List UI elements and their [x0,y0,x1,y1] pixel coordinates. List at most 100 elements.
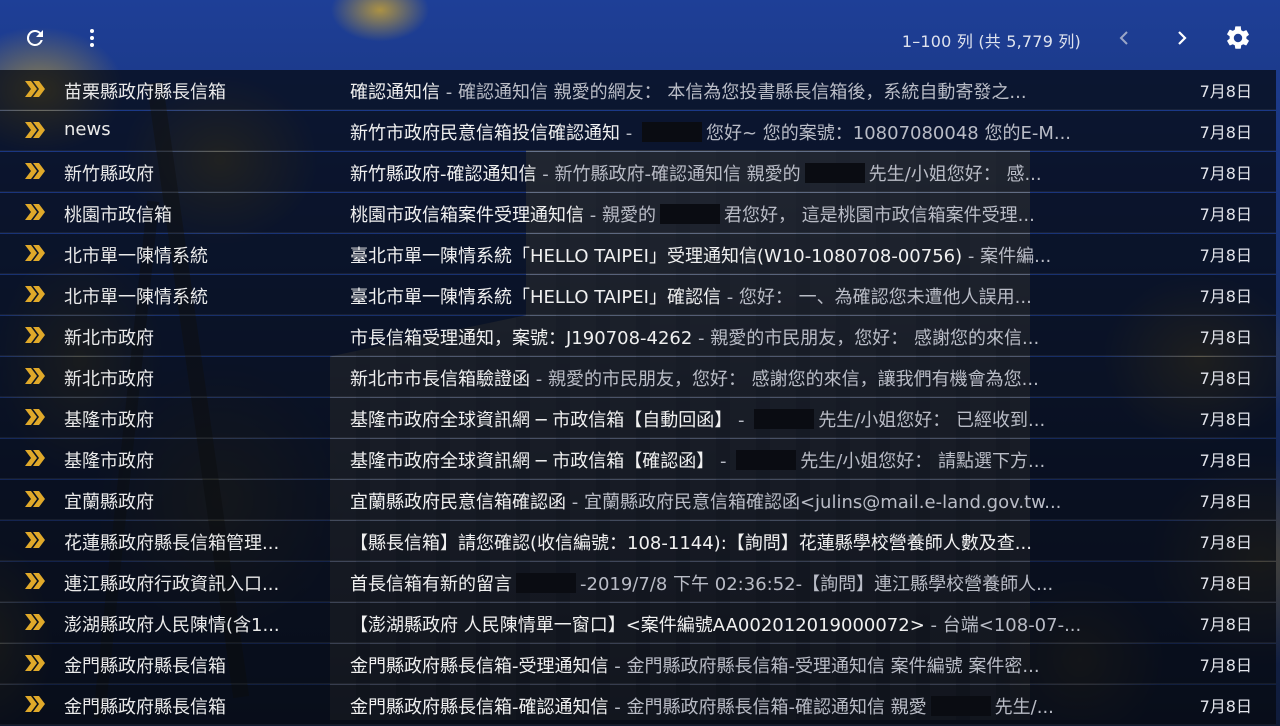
email-sender: 新北市政府 [64,328,154,349]
email-snippet: 宜蘭縣政府民意信箱確認函<julins@mail.e-land.gov.tw..… [583,492,1062,513]
email-date: 7月8日 [1199,205,1252,224]
email-snippet: 案件編... [980,246,1052,267]
email-row[interactable]: 花蓮縣政府縣長信箱管理... 【縣長信箱】請您確認(收信編號：108-1144):… [0,521,1276,561]
gear-icon[interactable] [1222,22,1254,54]
email-snippet: 台端<108-07-... [942,615,1082,636]
email-sender: 新竹縣政府 [64,164,154,185]
email-content: 基隆市政府全球資訊網 ─ 市政信箱【自動回函】 - 先生/小姐您好： 已經收到.… [350,406,1120,432]
email-subject: 【澎湖縣政府 人民陳情單一窗口】<案件編號AA002012019000072> [350,615,925,636]
email-sender: 桃園市政信箱 [64,205,172,226]
important-marker-icon[interactable] [24,489,46,509]
important-marker-icon[interactable] [24,243,46,263]
email-snippet: 金門縣政府縣長信箱-受理通知信 案件編號 案件密... [626,656,1040,677]
email-date: 7月8日 [1199,574,1252,593]
email-row[interactable]: 苗栗縣政府縣長信箱 確認通知信 - 確認通知信 親愛的網友： 本信為您投書縣長信箱… [0,70,1276,110]
email-sender: 北市單一陳情系統 [64,287,208,308]
subject-separator: - [608,697,627,718]
important-marker-icon[interactable] [24,120,46,140]
email-date: 7月8日 [1199,451,1252,470]
email-row[interactable]: 基隆市政府 基隆市政府全球資訊網 ─ 市政信箱【確認函】 - 先生/小姐您好： 請… [0,439,1276,479]
email-row[interactable]: 澎湖縣政府人民陳情(含1... 【澎湖縣政府 人民陳情單一窗口】<案件編號AA00… [0,603,1276,643]
important-marker-icon[interactable] [24,161,46,181]
email-content: 首長信箱有新的留言 -2019/7/8 下午 02:36:52-【詢問】連江縣學校… [350,570,1120,596]
important-marker-icon[interactable] [24,571,46,591]
important-marker-icon[interactable] [24,448,46,468]
email-snippet: 親愛的 [601,205,656,226]
important-marker-icon[interactable] [24,79,46,99]
email-row[interactable]: 宜蘭縣政府 宜蘭縣政府民意信箱確認函 - 宜蘭縣政府民意信箱確認函<julins@… [0,480,1276,520]
email-date: 7月8日 [1199,533,1252,552]
chevron-right-icon[interactable] [1166,22,1198,54]
email-sender: 花蓮縣政府縣長信箱管理... [64,533,280,554]
email-snippet: 親愛的市民朋友，您好： 感謝您的來信... [710,328,1040,349]
email-sender: 基隆市政府 [64,410,154,431]
email-subject: 基隆市政府全球資訊網 ─ 市政信箱【自動回函】 [350,410,733,431]
email-subject: 臺北市單一陳情系統「HELLO TAIPEI」受理通知信(W10-1080708… [350,246,963,267]
email-sender: 宜蘭縣政府 [64,492,154,513]
email-row[interactable]: 新北市政府 新北市市長信箱驗證函 - 親愛的市民朋友，您好： 感謝您的來信，讓我們… [0,357,1276,397]
email-content: 【澎湖縣政府 人民陳情單一窗口】<案件編號AA002012019000072> … [350,611,1120,637]
email-row[interactable]: 金門縣政府縣長信箱 金門縣政府縣長信箱-受理通知信 - 金門縣政府縣長信箱-受理通… [0,644,1276,684]
email-row[interactable]: 新竹縣政府 新竹縣政府-確認通知信 - 新竹縣政府-確認通知信 親愛的 先生/小姐您… [0,152,1276,192]
email-date: 7月8日 [1199,164,1252,183]
refresh-icon[interactable] [19,22,51,54]
email-row[interactable]: 北市單一陳情系統 臺北市單一陳情系統「HELLO TAIPEI」確認信 - 您好：… [0,275,1276,315]
email-row[interactable]: news 新竹市政府民意信箱投信確認通知 - 您好~ 您的案號：108070800… [0,111,1276,151]
email-row[interactable]: 連江縣政府行政資訊入口... 首長信箱有新的留言 -2019/7/8 下午 02:3… [0,562,1276,602]
email-date: 7月8日 [1199,492,1252,511]
email-snippet-tail: 先生/... [994,697,1054,718]
email-snippet-tail: -2019/7/8 下午 02:36:52-【詢問】連江縣學校營養師人... [580,574,1054,595]
important-marker-icon[interactable] [24,202,46,222]
email-subject: 新竹市政府民意信箱投信確認通知 [350,123,620,144]
email-date: 7月8日 [1199,82,1252,101]
email-snippet-tail: 先生/小姐您好： 已經收到... [818,410,1046,431]
email-snippet: 確認通知信 親愛的網友： 本信為您投書縣長信箱後，系統自動寄發之... [457,82,1027,103]
email-subject: 金門縣政府縣長信箱-確認通知信 [350,697,609,718]
redacted-name-block [641,122,702,142]
important-marker-icon[interactable] [24,284,46,304]
redacted-name-block [736,450,797,470]
subject-separator: - [566,492,584,513]
subject-separator: - [924,615,943,636]
email-row[interactable]: 基隆市政府 基隆市政府全球資訊網 ─ 市政信箱【自動回函】 - 先生/小姐您好： … [0,398,1276,438]
email-date: 7月8日 [1199,615,1252,634]
email-date: 7月8日 [1199,656,1252,675]
email-subject: 臺北市單一陳情系統「HELLO TAIPEI」確認信 [350,287,721,308]
email-date: 7月8日 [1199,369,1252,388]
email-subject: 宜蘭縣政府民意信箱確認函 [350,492,566,513]
subject-separator: - [620,123,638,144]
important-marker-icon[interactable] [24,530,46,550]
email-date: 7月8日 [1199,697,1252,716]
email-date: 7月8日 [1199,246,1252,265]
email-row[interactable]: 桃園市政信箱 桃園市政信箱案件受理通知信 - 親愛的 君您好， 這是桃園市政信箱案件… [0,193,1276,233]
email-row[interactable]: 金門縣政府縣長信箱 金門縣政府縣長信箱-確認通知信 - 金門縣政府縣長信箱-確認通… [0,685,1276,725]
important-marker-icon[interactable] [24,325,46,345]
important-marker-icon[interactable] [24,407,46,427]
email-snippet-tail: 先生/小姐您好： 請點選下方... [800,451,1046,472]
pagination-count: 1–100 列 (共 5,779 列) [901,32,1081,51]
subject-separator: - [714,451,733,472]
email-date: 7月8日 [1199,328,1252,347]
email-snippet: 新竹縣政府-確認通知信 親愛的 [554,164,801,185]
important-marker-icon[interactable] [24,612,46,632]
email-row[interactable]: 新北市政府 市長信箱受理通知，案號：J190708-4262 - 親愛的市民朋友，… [0,316,1276,356]
chevron-left-icon[interactable] [1108,22,1140,54]
email-content: 金門縣政府縣長信箱-受理通知信 - 金門縣政府縣長信箱-受理通知信 案件編號 案… [350,652,1120,678]
email-sender: 金門縣政府縣長信箱 [64,656,226,677]
email-subject: 新竹縣政府-確認通知信 [350,164,537,185]
subject-separator: - [440,82,458,103]
email-row[interactable]: 北市單一陳情系統 臺北市單一陳情系統「HELLO TAIPEI」受理通知信(W10… [0,234,1276,274]
email-content: 臺北市單一陳情系統「HELLO TAIPEI」確認信 - 您好： 一、為確認您未… [350,283,1120,309]
important-marker-icon[interactable] [24,694,46,714]
email-list: 苗栗縣政府縣長信箱 確認通知信 - 確認通知信 親愛的網友： 本信為您投書縣長信箱… [0,70,1276,726]
email-content: 桃園市政信箱案件受理通知信 - 親愛的 君您好， 這是桃園市政信箱案件受理... [350,201,1120,227]
important-marker-icon[interactable] [24,366,46,386]
email-snippet-tail: 君您好， 這是桃園市政信箱案件受理... [723,205,1035,226]
email-sender: news [64,119,111,140]
more-vert-icon[interactable] [76,22,108,54]
email-snippet-tail: 您好~ 您的案號：10807080048 您的E-M... [705,123,1072,144]
important-marker-icon[interactable] [24,653,46,673]
email-subject: 新北市市長信箱驗證函 [350,369,530,390]
email-snippet: 您好： 一、為確認您未遭他人誤用... [738,287,1032,308]
email-subject: 桃園市政信箱案件受理通知信 [350,205,584,226]
